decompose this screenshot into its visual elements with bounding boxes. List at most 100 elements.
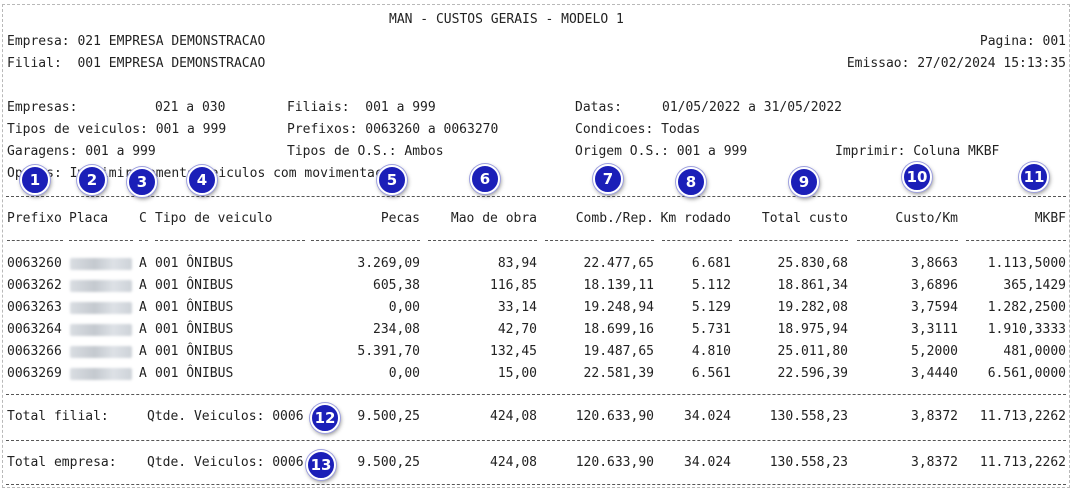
total-empresa-custokm: 3,8372: [911, 455, 958, 470]
cell-tipo: 001 ÔNIBUS: [155, 344, 234, 359]
placa-redacted: [70, 258, 132, 270]
cell-comb: 18.699,16: [583, 322, 654, 337]
callout-badge-12: 12: [310, 403, 340, 433]
placa-redacted: [70, 280, 132, 292]
cell-mao: 83,94: [497, 256, 537, 271]
cell-custokm: 3,8663: [911, 256, 958, 271]
cell-total: 18.975,94: [777, 322, 848, 337]
callout-badge-13: 13: [306, 450, 336, 480]
emission-date: Emissao: 27/02/2024 15:13:35: [846, 56, 1066, 71]
cell-km: 5.731: [691, 322, 731, 337]
total-empresa-mao: 424,08: [490, 455, 537, 470]
total-empresa-comb: 120.633,90: [575, 455, 654, 470]
filter-tipos-veiculos: Tipos de veiculos: 001 a 999: [7, 122, 227, 137]
cell-prefixo: 0063263: [7, 300, 62, 315]
col-comb: Comb./Rep.: [575, 211, 654, 226]
filial-line: Filial: 001 EMPRESA DEMONSTRACAO: [7, 56, 266, 71]
cell-total: 19.282,08: [777, 300, 848, 315]
cell-tipo: 001 ÔNIBUS: [155, 300, 234, 315]
total-filial-custokm: 3,8372: [911, 409, 958, 424]
col-underline: [857, 240, 958, 241]
cell-km: 4.810: [691, 344, 731, 359]
cell-tipo: 001 ÔNIBUS: [155, 278, 234, 293]
cell-km: 5.112: [691, 278, 731, 293]
cell-custokm: 3,7594: [911, 300, 958, 315]
col-tipo: Tipo de veiculo: [155, 211, 273, 226]
total-filial-mkbf: 11.713,2262: [979, 409, 1066, 424]
col-underline: [966, 240, 1066, 241]
cell-total: 18.861,34: [777, 278, 848, 293]
page-number: Pagina: 001: [979, 34, 1066, 49]
cell-total: 25.011,80: [777, 344, 848, 359]
filter-condicoes: Condicoes: Todas: [575, 122, 701, 137]
filter-garagens: Garagens: 001 a 999: [7, 144, 156, 159]
col-placa: Placa: [69, 211, 109, 226]
col-underline: [69, 240, 133, 241]
cell-mkbf: 481,0000: [1003, 344, 1066, 359]
total-empresa-mkbf: 11.713,2262: [979, 455, 1066, 470]
callout-badge-11: 11: [1019, 162, 1049, 192]
total-empresa-total: 130.558,23: [769, 455, 848, 470]
total-filial-pecas: 9.500,25: [357, 409, 420, 424]
cell-pecas: 0,00: [388, 300, 420, 315]
col-underline: [7, 240, 63, 241]
cell-custokm: 3,4440: [911, 366, 958, 381]
col-underline: [739, 240, 848, 241]
col-underline: [662, 240, 732, 241]
callout-badge-5: 5: [377, 165, 407, 195]
total-empresa-km: 34.024: [684, 455, 731, 470]
cell-comb: 18.139,11: [583, 278, 654, 293]
callout-badge-2: 2: [77, 165, 107, 195]
total-empresa-label: Total empresa:: [7, 455, 117, 470]
cell-mkbf: 6.561,0000: [987, 366, 1066, 381]
cell-comb: 22.477,65: [583, 256, 654, 271]
placa-redacted: [70, 346, 132, 358]
cell-mkbf: 1.113,5000: [987, 256, 1066, 271]
cell-mkbf: 1.282,2500: [987, 300, 1066, 315]
cell-c: A: [139, 256, 147, 271]
cell-pecas: 3.269,09: [357, 256, 420, 271]
total-filial-km: 34.024: [684, 409, 731, 424]
cell-pecas: 0,00: [388, 366, 420, 381]
callout-badge-4: 4: [187, 165, 217, 195]
cell-comb: 22.581,39: [583, 366, 654, 381]
col-underline: [545, 240, 654, 241]
total-filial-mao: 424,08: [490, 409, 537, 424]
col-prefixo: Prefixo: [7, 211, 62, 226]
filter-origem-os: Origem O.S.: 001 a 999: [575, 144, 748, 159]
cell-pecas: 5.391,70: [357, 344, 420, 359]
filter-datas-value: 01/05/2022 a 31/05/2022: [662, 100, 843, 115]
total-empresa-pecas: 9.500,25: [357, 455, 420, 470]
placa-redacted: [70, 368, 132, 380]
col-underline: [139, 240, 148, 241]
cell-prefixo: 0063269: [7, 366, 62, 381]
cell-comb: 19.487,65: [583, 344, 654, 359]
callout-badge-1: 1: [20, 165, 50, 195]
col-underline: [428, 240, 537, 241]
total-filial-label: Total filial:: [7, 409, 109, 424]
cell-km: 6.561: [691, 366, 731, 381]
cell-prefixo: 0063260: [7, 256, 62, 271]
placa-redacted: [70, 302, 132, 314]
callout-badge-9: 9: [789, 167, 819, 197]
cell-prefixo: 0063266: [7, 344, 62, 359]
col-mkbf: MKBF: [1034, 211, 1066, 226]
callout-badge-7: 7: [593, 164, 623, 194]
rule-bottom: [6, 484, 1066, 485]
cell-c: A: [139, 322, 147, 337]
cell-mkbf: 1.910,3333: [987, 322, 1066, 337]
filter-empresas-value: 021 a 030: [155, 100, 226, 115]
filter-tipos-os: Tipos de O.S.: Ambos: [287, 144, 444, 159]
cell-c: A: [139, 278, 147, 293]
rule-top: [6, 196, 1066, 197]
col-pecas: Pecas: [380, 211, 420, 226]
col-underline: [155, 240, 305, 241]
cell-comb: 19.248,94: [583, 300, 654, 315]
col-underline: [311, 240, 420, 241]
filter-filiais: Filiais: 001 a 999: [287, 100, 436, 115]
filter-empresas-label: Empresas:: [7, 100, 78, 115]
report-title: MAN - CUSTOS GERAIS - MODELO 1: [389, 12, 624, 27]
callout-badge-6: 6: [470, 164, 500, 194]
cell-total: 22.596,39: [777, 366, 848, 381]
cell-pecas: 234,08: [373, 322, 420, 337]
